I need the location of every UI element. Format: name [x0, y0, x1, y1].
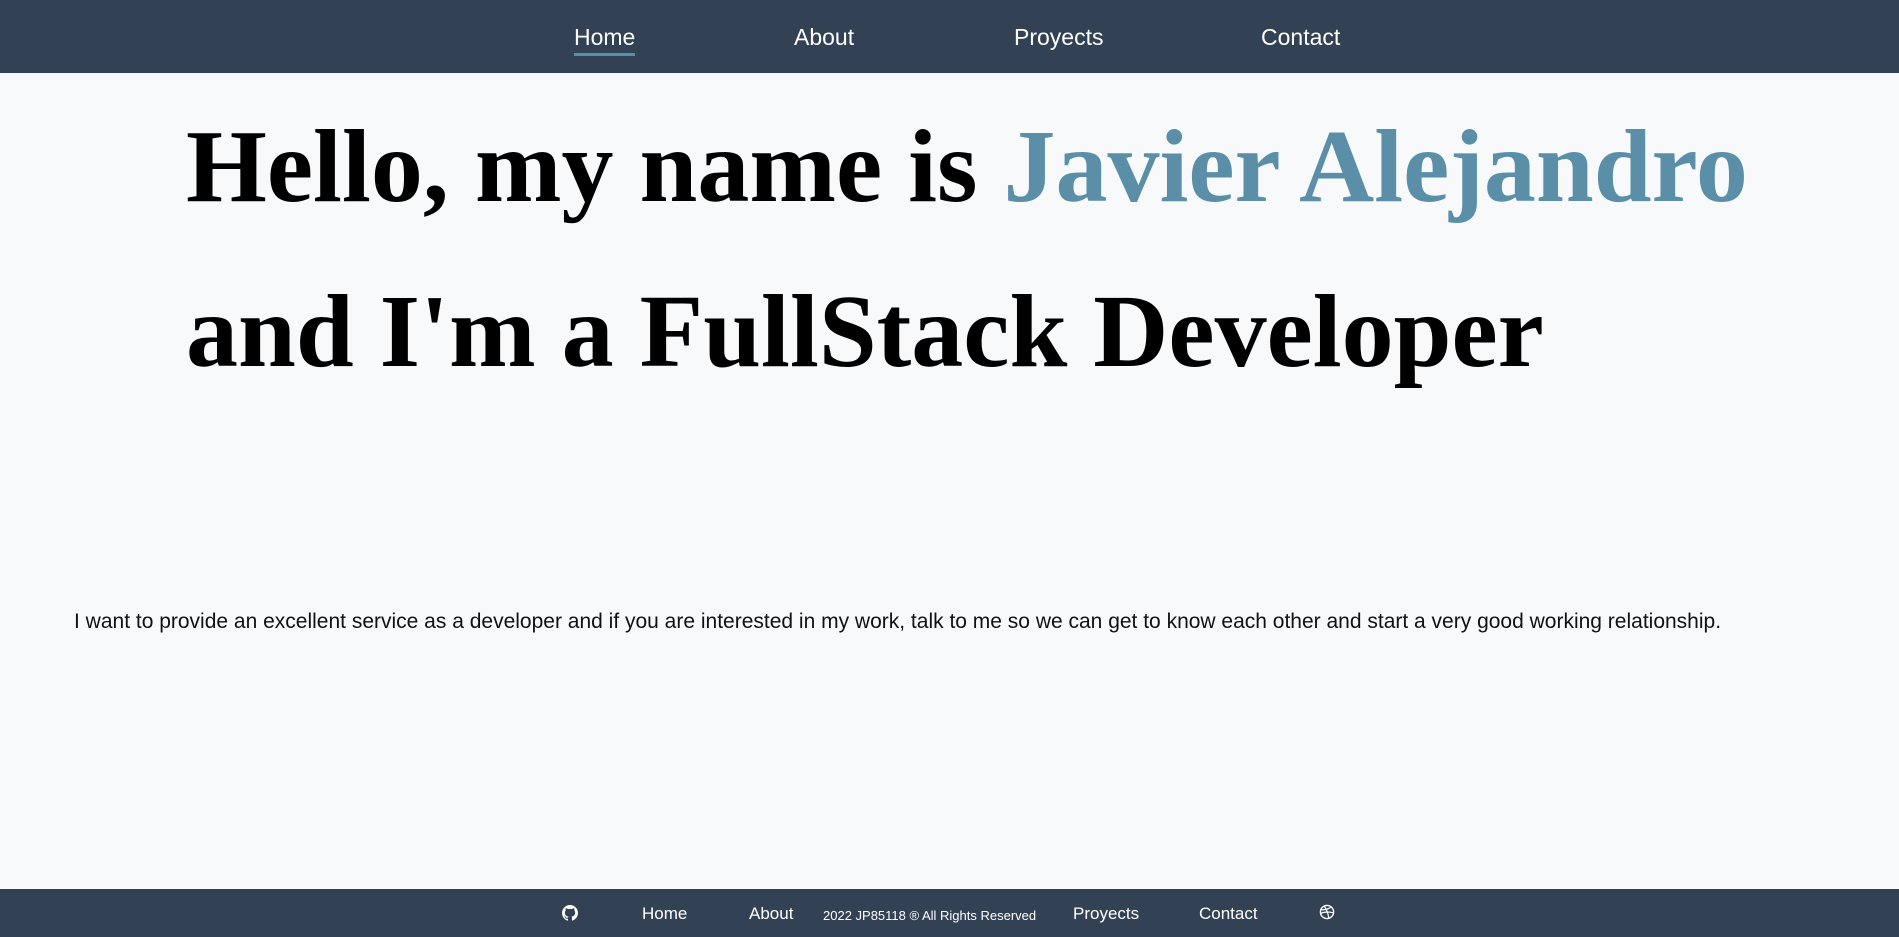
footer: Home About 2022 JP85118 ® All Rights Res… — [0, 889, 1899, 937]
nav-contact-link[interactable]: Contact — [1261, 22, 1340, 52]
footer-proyects-link[interactable]: Proyects — [1073, 903, 1139, 925]
footer-home-link[interactable]: Home — [642, 903, 687, 925]
nav-home-link[interactable]: Home — [574, 22, 636, 56]
footer-about-link[interactable]: About — [749, 903, 793, 925]
nav-proyects-link[interactable]: Proyects — [1014, 22, 1103, 52]
dribbble-icon[interactable] — [1319, 904, 1335, 920]
footer-contact-link[interactable]: Contact — [1199, 903, 1258, 925]
hero-prefix: Hello, my name is — [186, 109, 1004, 224]
top-navigation: Home About Proyects Contact — [0, 0, 1899, 73]
hero-heading: Hello, my name is Javier Alejandro and I… — [186, 84, 1786, 414]
intro-paragraph: I want to provide an excellent service a… — [74, 610, 1722, 633]
copyright-text: 2022 JP85118 ® All Rights Reserved — [823, 908, 1037, 923]
hero-name: Javier Alejandro — [1003, 109, 1748, 224]
hero-suffix: and I'm a FullStack Developer — [186, 274, 1544, 389]
github-icon[interactable] — [562, 905, 578, 921]
nav-about-link[interactable]: About — [794, 22, 854, 52]
